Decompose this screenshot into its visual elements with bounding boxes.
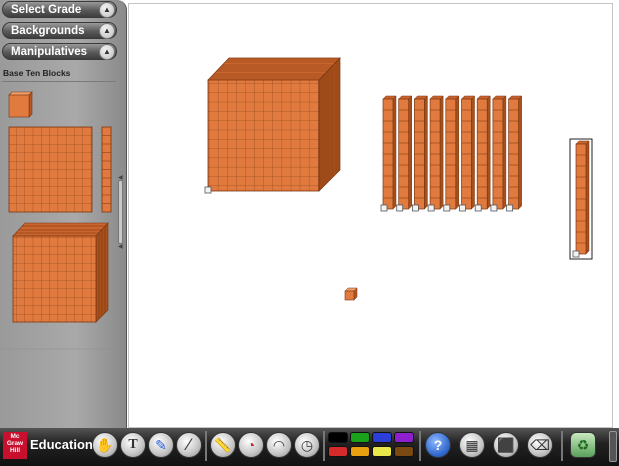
text-icon: T <box>128 437 138 452</box>
ten-rod-block[interactable] <box>411 95 429 212</box>
timer-icon: ◔ <box>246 437 256 453</box>
color-swatch[interactable] <box>394 446 414 457</box>
ten-rod-block[interactable] <box>474 95 491 212</box>
hand-icon: ✋ <box>96 437 114 453</box>
logo-line-1: Mc <box>10 433 20 440</box>
trash-icon: ♻ <box>576 437 590 453</box>
text-tool-button[interactable]: T <box>120 432 146 458</box>
ruler-tool-button[interactable]: 📏 <box>210 432 236 458</box>
color-swatch[interactable] <box>394 432 414 443</box>
timer-tool-button[interactable]: ◔ <box>238 432 264 458</box>
color-swatch[interactable] <box>350 432 370 443</box>
brand-label: Education <box>30 437 93 452</box>
trash-button[interactable]: ♻ <box>570 432 596 458</box>
ten-rod-block[interactable] <box>396 95 413 212</box>
eraser-icon: ⌫ <box>530 437 550 453</box>
rotate-handle-icon[interactable] <box>204 186 212 194</box>
color-swatch[interactable] <box>328 432 348 443</box>
toolbar-divider <box>323 431 325 461</box>
color-swatch[interactable] <box>328 446 348 457</box>
rotate-handle-icon[interactable] <box>459 204 466 212</box>
workspace-blocks <box>204 57 593 301</box>
pen-tool-button[interactable]: ✎ <box>148 432 174 458</box>
eraser-button[interactable]: ⌫ <box>527 432 553 458</box>
rotate-handle-icon[interactable] <box>474 204 482 212</box>
line-icon: ⁄ <box>187 435 191 454</box>
mcgraw-hill-logo: Mc Graw Hill <box>3 432 27 459</box>
ten-rod-block[interactable] <box>443 95 460 212</box>
ten-rod-block[interactable] <box>506 95 523 212</box>
help-icon: ? <box>433 437 443 453</box>
calendar-icon: ▦ <box>465 437 479 453</box>
line-tool-button[interactable]: ⁄ <box>176 432 202 458</box>
hand-tool-button[interactable]: ✋ <box>92 432 118 458</box>
rotate-handle-icon[interactable] <box>396 204 404 212</box>
help-button[interactable]: ? <box>425 432 451 458</box>
clear-workspace-button[interactable]: ⬛ <box>493 432 519 458</box>
ten-rod-block[interactable] <box>459 95 476 212</box>
color-swatch[interactable] <box>372 446 392 457</box>
clock-tool-button[interactable]: ◷ <box>294 432 320 458</box>
toolbar-divider <box>561 431 563 461</box>
rotate-handle-icon[interactable] <box>380 204 388 212</box>
toolbar-divider <box>205 431 207 461</box>
color-swatch[interactable] <box>350 446 370 457</box>
ten-rods-group <box>380 95 523 212</box>
thousand-cube-block[interactable] <box>207 57 341 192</box>
ten-rod-block[interactable] <box>490 95 507 212</box>
ten-rod-block[interactable] <box>380 95 397 212</box>
rotate-handle-icon[interactable] <box>443 204 451 212</box>
toolbar-grip[interactable] <box>609 431 617 462</box>
selected-ten-rod[interactable] <box>569 138 593 260</box>
rotate-handle-icon[interactable] <box>490 204 498 212</box>
calendar-button[interactable]: ▦ <box>459 432 485 458</box>
toolbar-divider <box>419 431 421 461</box>
logo-line-2: Graw <box>6 440 24 447</box>
clear-icon: ⬛ <box>497 437 515 453</box>
rotate-handle-icon[interactable] <box>411 204 419 212</box>
logo-line-3: Hill <box>9 447 21 454</box>
rotate-handle-icon[interactable] <box>427 204 435 212</box>
ten-rod-block[interactable] <box>427 95 444 212</box>
protractor-tool-button[interactable]: ◠ <box>266 432 292 458</box>
pen-icon: ✎ <box>155 437 167 453</box>
unit-cube-block[interactable] <box>344 287 358 301</box>
ruler-icon: 📏 <box>214 437 232 453</box>
clock-icon: ◷ <box>300 437 314 453</box>
color-swatch[interactable] <box>372 432 392 443</box>
protractor-icon: ◠ <box>272 437 286 453</box>
rotate-handle-icon[interactable] <box>506 204 514 212</box>
rotate-handle-icon[interactable] <box>572 250 580 258</box>
